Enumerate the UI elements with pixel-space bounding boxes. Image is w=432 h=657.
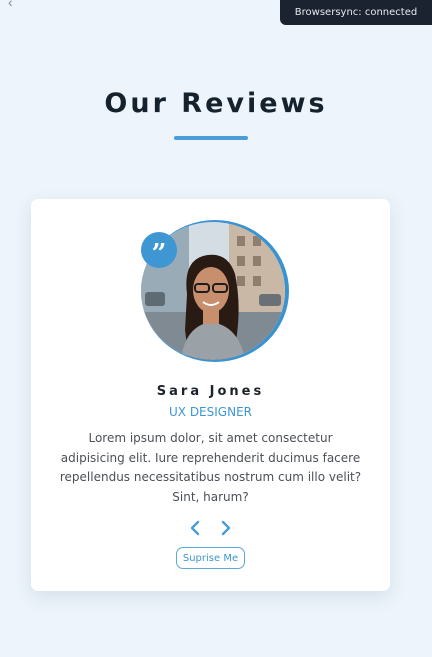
prev-review-button[interactable] xyxy=(184,517,206,539)
browsersync-text: Browsersync: connected xyxy=(294,7,418,18)
chevron-left-icon xyxy=(190,520,200,536)
reviewer-role: UX DESIGNER xyxy=(169,405,252,419)
review-text: Lorem ipsum dolor, sit amet consectetur … xyxy=(59,431,362,504)
surprise-me-button[interactable]: Suprise Me xyxy=(176,547,245,569)
next-review-button[interactable] xyxy=(215,517,237,539)
review-card: ” Sara Jones UX DESIGNER Lorem ipsum dol… xyxy=(31,199,390,591)
reviews-page: ‹ Browsersync: connected Our Reviews ” S… xyxy=(0,0,432,657)
reviewer-name: Sara Jones xyxy=(156,384,265,399)
back-arrow-icon[interactable]: ‹ xyxy=(8,0,13,10)
browsersync-notification: Browsersync: connected xyxy=(280,0,432,25)
chevron-right-icon xyxy=(221,520,231,536)
page-title: Our Reviews xyxy=(104,88,328,119)
title-underline xyxy=(174,136,248,140)
quote-icon: ” xyxy=(141,232,177,269)
